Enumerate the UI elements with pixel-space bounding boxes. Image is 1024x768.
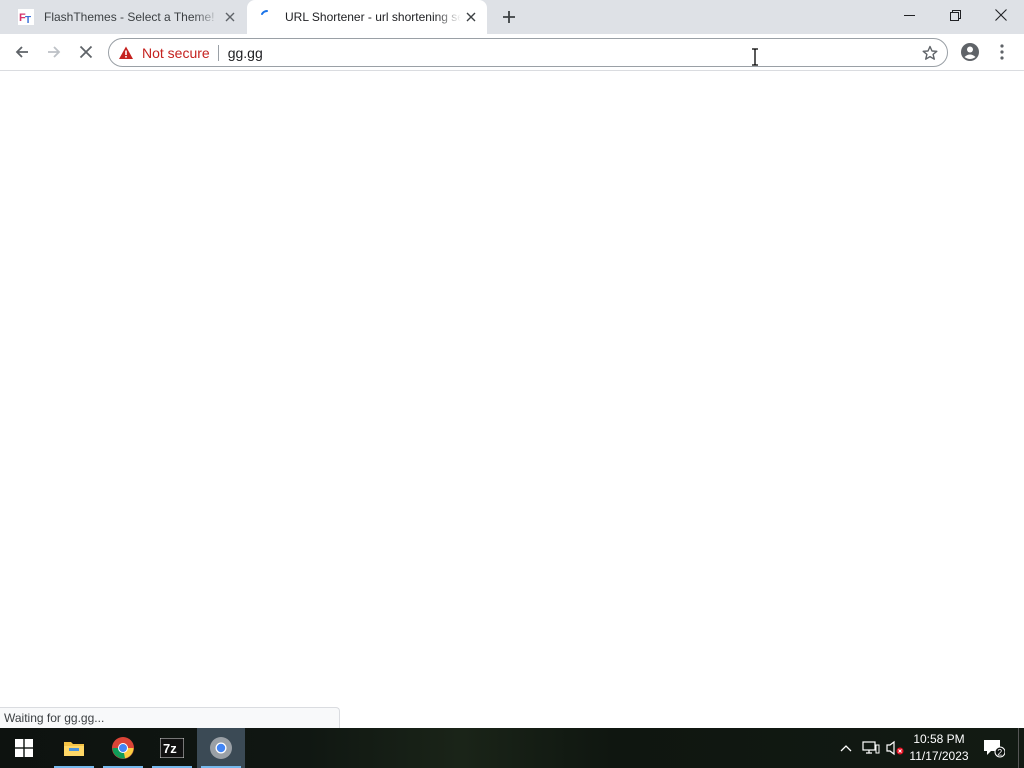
back-button[interactable] [8,38,36,66]
windows-logo-icon [15,739,33,757]
flashthemes-logo-icon: F T [18,9,34,25]
7zip-icon: 7z [160,738,184,758]
windows-taskbar: 7z 10:58 PM 11/17/2023 2 [0,728,1024,768]
close-icon[interactable] [461,7,481,27]
stop-icon [79,45,93,59]
forward-button[interactable] [40,38,68,66]
clock-time: 10:58 PM [913,732,965,746]
tab-url-shortener[interactable]: URL Shortener - url shortening service [247,0,487,34]
close-icon[interactable] [220,7,240,27]
svg-text:T: T [25,15,31,25]
restore-button[interactable] [932,0,978,30]
status-bubble: Waiting for gg.gg... [0,707,340,728]
url-text[interactable]: gg.gg [228,45,263,61]
chevron-up-icon [840,745,852,752]
tab-flashthemes[interactable]: F T FlashThemes - Select a Theme! [8,0,246,34]
chrome-icon [210,737,232,759]
show-desktop-button[interactable] [1018,728,1024,768]
warning-triangle-icon[interactable] [118,45,134,61]
new-tab-button[interactable] [498,6,520,28]
loading-spinner-icon [259,9,275,25]
profile-button[interactable] [956,38,984,66]
taskbar-chrome[interactable] [99,728,147,768]
tab-title: FlashThemes - Select a Theme! [44,10,215,24]
stop-loading-button[interactable] [72,38,100,66]
volume-tray-icon[interactable] [884,728,906,768]
close-window-button[interactable] [978,0,1024,30]
back-arrow-icon [15,46,28,58]
page-viewport[interactable] [0,71,1024,728]
file-explorer-icon [64,742,84,756]
more-vert-icon [1000,44,1004,60]
text-cursor-icon [752,48,758,66]
network-tray-icon[interactable] [860,728,882,768]
svg-text:7z: 7z [163,741,177,756]
omnibox-divider [217,44,219,61]
taskbar-7zip[interactable]: 7z [148,728,196,768]
network-icon [862,741,880,754]
tab-strip: F T FlashThemes - Select a Theme! URL Sh… [0,0,1024,34]
clock-date: 11/17/2023 [909,749,969,763]
taskbar-file-explorer[interactable] [50,728,98,768]
chrome-icon [112,737,134,759]
taskbar-chrome-active[interactable] [197,728,245,768]
notification-icon: 2 [984,740,1005,758]
account-circle-icon [961,43,979,61]
taskbar-clock[interactable]: 10:58 PM 11/17/2023 [906,731,972,765]
browser-menu-button[interactable] [988,38,1016,66]
address-bar[interactable]: Not secure gg.gg [108,38,948,67]
svg-text:2: 2 [997,747,1002,757]
volume-muted-icon [886,740,904,756]
forward-arrow-icon [48,46,61,58]
show-hidden-icons-button[interactable] [836,728,856,768]
tab-title: URL Shortener - url shortening service [285,10,461,24]
security-status-label[interactable]: Not secure [142,45,210,61]
minimize-button[interactable] [886,0,932,30]
bookmark-star-icon[interactable] [921,44,939,62]
action-center-button[interactable]: 2 [980,728,1008,768]
browser-toolbar: Not secure gg.gg [0,34,1024,71]
start-button[interactable] [0,728,48,768]
